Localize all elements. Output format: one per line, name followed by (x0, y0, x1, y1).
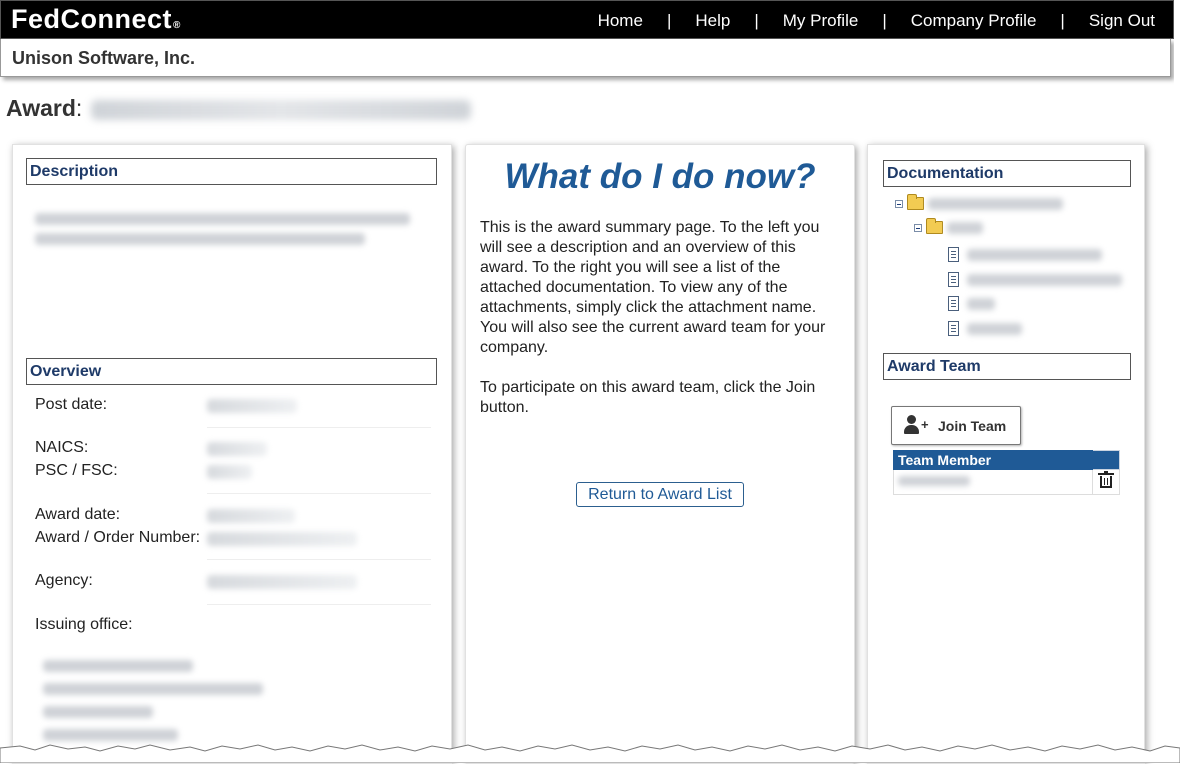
left-panel: Description Overview Post date: NAICS: P… (12, 144, 452, 764)
issuing-office-label: Issuing office: (35, 616, 133, 633)
trash-icon (1098, 470, 1114, 488)
award-date-value-redacted (207, 509, 295, 523)
tree-document[interactable] (948, 272, 1122, 287)
award-title-redacted (90, 99, 471, 120)
join-team-button[interactable]: + Join Team (891, 406, 1021, 445)
collapse-icon[interactable] (914, 223, 922, 232)
award-order-number-value-redacted (207, 532, 357, 546)
collapse-icon[interactable] (895, 199, 903, 208)
nav-home-link[interactable]: Home (574, 11, 667, 31)
documentation-heading: Documentation (883, 160, 1131, 187)
nav-sign-out-link[interactable]: Sign Out (1065, 11, 1173, 31)
document-icon (948, 296, 959, 311)
main-nav: Home | Help | My Profile | Company Profi… (574, 1, 1173, 40)
table-row (893, 469, 1120, 495)
actions-column-header (1092, 450, 1120, 470)
team-member-name-redacted (893, 469, 1093, 495)
award-colon: : (75, 95, 83, 121)
join-team-label: Join Team (938, 417, 1007, 434)
award-team-heading: Award Team (883, 353, 1131, 380)
page-edge (1174, 0, 1180, 740)
right-panel: Documentation Award Team + Join Team Tea… (867, 144, 1145, 764)
help-title: What do I do now? (504, 157, 816, 196)
naics-value-redacted (207, 442, 267, 456)
issuing-office-value-redacted (43, 660, 263, 741)
divider (207, 493, 431, 494)
help-paragraph-2: To participate on this award team, click… (480, 379, 816, 416)
add-user-icon: + (904, 414, 934, 437)
company-band: Unison Software, Inc. (0, 39, 1171, 77)
nav-company-profile-link[interactable]: Company Profile (887, 11, 1061, 31)
document-icon (948, 247, 959, 262)
document-name-redacted[interactable] (967, 297, 995, 310)
naics-label: NAICS: (35, 439, 89, 456)
award-date-label: Award date: (35, 506, 121, 523)
torn-edge-decoration (0, 744, 1180, 763)
psc-fsc-label: PSC / FSC: (35, 462, 118, 479)
company-name: Unison Software, Inc. (12, 48, 196, 68)
post-date-value-redacted (207, 399, 297, 413)
registered-mark: ® (173, 20, 181, 31)
folder-name-redacted[interactable] (947, 221, 983, 234)
team-member-column-header: Team Member (893, 450, 1093, 470)
nav-help-link[interactable]: Help (671, 11, 754, 31)
post-date-label: Post date: (35, 396, 108, 413)
award-title: Award: (6, 95, 471, 122)
tree-document[interactable] (948, 321, 1022, 336)
document-name-redacted[interactable] (967, 248, 1102, 261)
tree-document[interactable] (948, 247, 1102, 262)
agency-label: Agency: (35, 572, 93, 589)
award-label: Award (6, 95, 76, 121)
divider (207, 427, 431, 428)
document-name-redacted[interactable] (967, 322, 1022, 335)
folder-icon (907, 194, 924, 210)
remove-member-button[interactable] (1092, 469, 1120, 495)
folder-icon (926, 218, 943, 234)
help-panel: What do I do now? This is the award summ… (465, 144, 855, 764)
fedconnect-logo[interactable]: FedConnect® (11, 4, 181, 35)
document-name-redacted[interactable] (967, 273, 1122, 286)
table-header-row: Team Member (893, 450, 1120, 470)
nav-my-profile-link[interactable]: My Profile (759, 11, 883, 31)
logo-text: FedConnect (11, 4, 173, 34)
document-icon (948, 272, 959, 287)
document-icon (948, 321, 959, 336)
top-nav-bar: FedConnect® Home | Help | My Profile | C… (0, 0, 1174, 39)
folder-name-redacted[interactable] (928, 197, 1063, 210)
psc-fsc-value-redacted (207, 465, 252, 479)
divider (207, 559, 431, 560)
return-to-award-list-button[interactable]: Return to Award List (576, 482, 744, 507)
tree-document[interactable] (948, 296, 995, 311)
agency-value-redacted (207, 575, 357, 589)
tree-folder-child[interactable] (914, 218, 983, 234)
help-paragraph-1: This is the award summary page. To the l… (480, 219, 826, 356)
description-heading: Description (26, 158, 437, 185)
team-member-table: Team Member (893, 450, 1120, 495)
description-text-redacted (35, 213, 415, 245)
award-order-number-label: Award / Order Number: (35, 529, 201, 546)
overview-heading: Overview (26, 358, 437, 385)
tree-folder-root[interactable] (895, 194, 1063, 210)
divider (207, 604, 431, 605)
